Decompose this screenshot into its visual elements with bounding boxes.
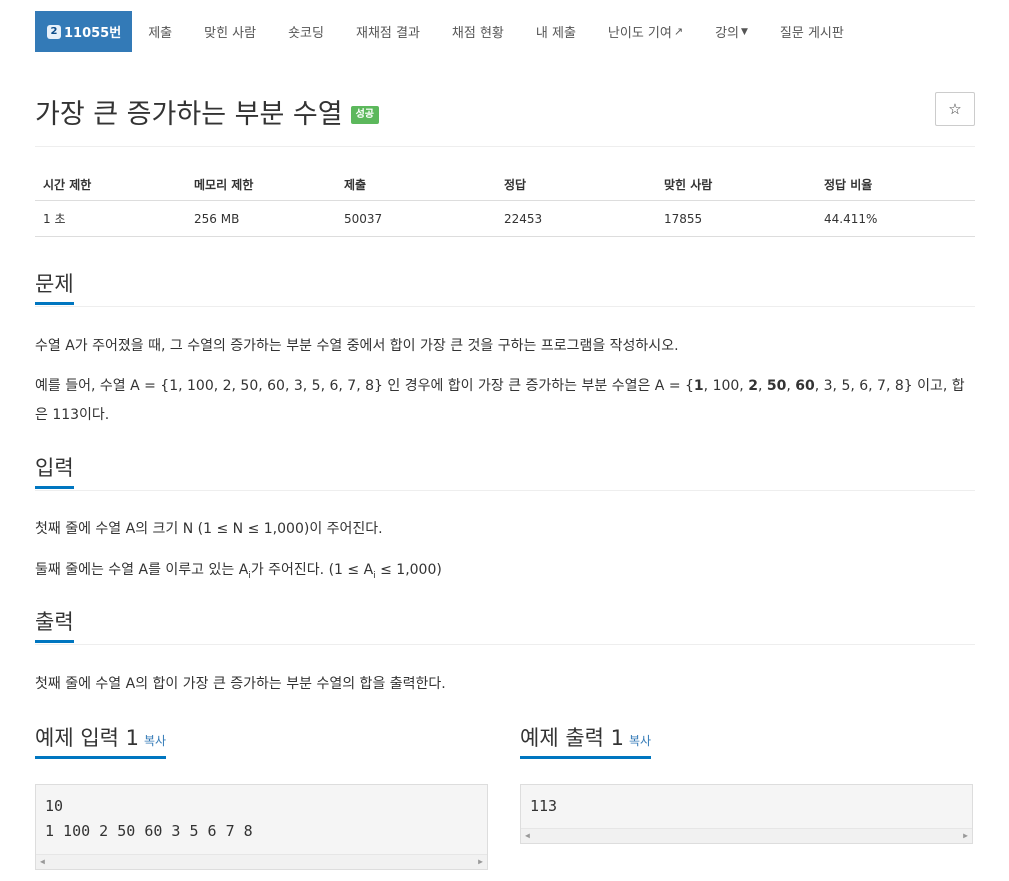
sample-input-text: 10 1 100 2 50 60 3 5 6 7 8 [45,797,253,840]
problem-number-label: 11055번 [64,26,122,41]
nav-short-coding[interactable]: 숏코딩 [272,11,340,52]
nav-difficulty-contribution[interactable]: 난이도 기여 ↗ [592,11,699,52]
star-icon: ☆ [948,100,962,118]
sample-output-scrollbar[interactable]: ◀ ▶ [521,828,972,843]
header-accept-ratio: 정답 비율 [816,168,975,201]
value-memory-limit: 256 MB [186,200,336,237]
copy-sample-output-button[interactable]: 복사 [629,734,651,748]
output-title: 출력 [35,606,74,643]
value-solved-users: 17855 [656,200,816,237]
nav-rejudge-results-label: 재채점 결과 [355,26,420,41]
header-memory-limit: 메모리 제한 [186,168,336,201]
nav-problem-number[interactable]: 2 11055번 [35,11,133,52]
problem-title-row: 가장 큰 증가하는 부분 수열 성공 [35,92,379,131]
status-badge: 성공 [350,105,379,124]
input-p2-text-a: 둘째 줄에는 수열 A를 이루고 있는 A [35,562,249,578]
nav-rejudge-results[interactable]: 재채점 결과 [340,11,436,52]
desc-p2-text-c: , [757,378,767,394]
output-section-header: 출력 [35,606,975,645]
sample-output-text: 113 [530,797,558,815]
nav-lectures-label: 강의 [715,26,739,41]
sample-output-box[interactable]: 113 ◀ ▶ [520,784,973,844]
nav-solved-users-label: 맞힌 사람 [204,26,257,41]
external-link-icon: ↗ [673,25,684,38]
scroll-left-icon[interactable]: ◀ [40,857,45,866]
input-paragraph-2: 둘째 줄에는 수열 A를 이루고 있는 Ai가 주어진다. (1 ≤ Ai ≤ … [35,556,975,591]
input-title: 입력 [35,452,74,489]
value-accept-ratio: 44.411% [816,200,975,237]
desc-p2-text-d: , [786,378,796,394]
nav-lectures-dropdown[interactable]: 강의 ▼ [699,11,764,52]
description-paragraph-1: 수열 A가 주어졌을 때, 그 수열의 증가하는 부분 수열 중에서 합이 가장… [35,338,679,354]
desc-p2-bold-2: 2 [748,378,758,394]
input-p2-text-b: 가 주어진다. (1 ≤ A [250,562,374,578]
sample-output-title: 예제 출력 1 복사 [520,722,652,759]
sample-output-title-text: 예제 출력 1 [520,726,624,750]
nav-judge-status-label: 채점 현황 [451,26,504,41]
nav-my-submissions-label: 내 제출 [535,26,576,41]
problem-title: 가장 큰 증가하는 부분 수열 [35,99,343,130]
caret-down-icon: ▼ [741,26,748,37]
nav-my-submissions[interactable]: 내 제출 [520,11,592,52]
scroll-left-icon[interactable]: ◀ [525,831,530,840]
value-time-limit: 1 초 [35,200,186,237]
nav-short-coding-label: 숏코딩 [288,26,324,41]
title-divider [35,146,975,147]
sample-input-scrollbar[interactable]: ◀ ▶ [36,854,487,869]
nav-question-board-label: 질문 게시판 [779,26,844,41]
desc-p2-text-a: 예를 들어, 수열 A = {1, 100, 2, 50, 60, 3, 5, … [35,378,694,394]
description-title: 문제 [35,268,74,305]
scroll-right-icon[interactable]: ▶ [478,857,483,866]
input-p2-text-c: ≤ 1,000) [375,562,442,578]
scroll-right-icon[interactable]: ▶ [963,831,968,840]
input-paragraph-1: 첫째 줄에 수열 A의 크기 N (1 ≤ N ≤ 1,000)이 주어진다. [35,521,383,537]
nav-submit-label: 제출 [148,26,173,41]
header-solved-users: 맞힌 사람 [656,168,816,201]
copy-sample-input-button[interactable]: 복사 [144,734,166,748]
desc-p2-bold-1: 1 [693,378,704,394]
sample-output-header: 예제 출력 1 복사 [520,722,975,760]
header-time-limit: 시간 제한 [35,168,186,201]
problem-menu: 2 11055번 제출 맞힌 사람 숏코딩 재채점 결과 채점 현황 내 제출 … [35,11,860,52]
input-section-header: 입력 [35,452,975,491]
sample-input-header: 예제 입력 1 복사 [35,722,490,760]
description-section-header: 문제 [35,268,975,307]
header-submissions: 제출 [336,168,496,201]
output-paragraph-1: 첫째 줄에 수열 A의 합이 가장 큰 증가하는 부분 수열의 합을 출력한다. [35,676,446,692]
value-accepted: 22453 [496,200,656,237]
desc-p2-bold-3: 50 [766,378,787,394]
nav-solved-users[interactable]: 맞힌 사람 [188,11,272,52]
desc-p2-text-b: , 100, [703,378,749,394]
nav-difficulty-label: 난이도 기여 [607,26,672,41]
problem-info-table: 시간 제한 메모리 제한 제출 정답 맞힌 사람 정답 비율 1 초 256 M… [35,168,975,237]
info-header-row: 시간 제한 메모리 제한 제출 정답 맞힌 사람 정답 비율 [35,168,975,201]
tier-icon: 2 [47,24,61,39]
nav-submit[interactable]: 제출 [132,11,188,52]
sample-input-title: 예제 입력 1 복사 [35,722,167,759]
value-submissions: 50037 [336,200,496,237]
sample-input-title-text: 예제 입력 1 [35,726,139,750]
problem-page: 2 11055번 제출 맞힌 사람 숏코딩 재채점 결과 채점 현황 내 제출 … [0,0,1009,881]
description-paragraph-2: 예를 들어, 수열 A = {1, 100, 2, 50, 60, 3, 5, … [35,372,975,430]
sample-input-box[interactable]: 10 1 100 2 50 60 3 5 6 7 8 ◀ ▶ [35,784,488,870]
desc-p2-bold-4: 60 [795,378,815,394]
header-accepted: 정답 [496,168,656,201]
favorite-star-button[interactable]: ☆ [935,92,975,126]
nav-judge-status[interactable]: 채점 현황 [436,11,520,52]
nav-question-board[interactable]: 질문 게시판 [764,11,860,52]
info-value-row: 1 초 256 MB 50037 22453 17855 44.411% [35,200,975,237]
